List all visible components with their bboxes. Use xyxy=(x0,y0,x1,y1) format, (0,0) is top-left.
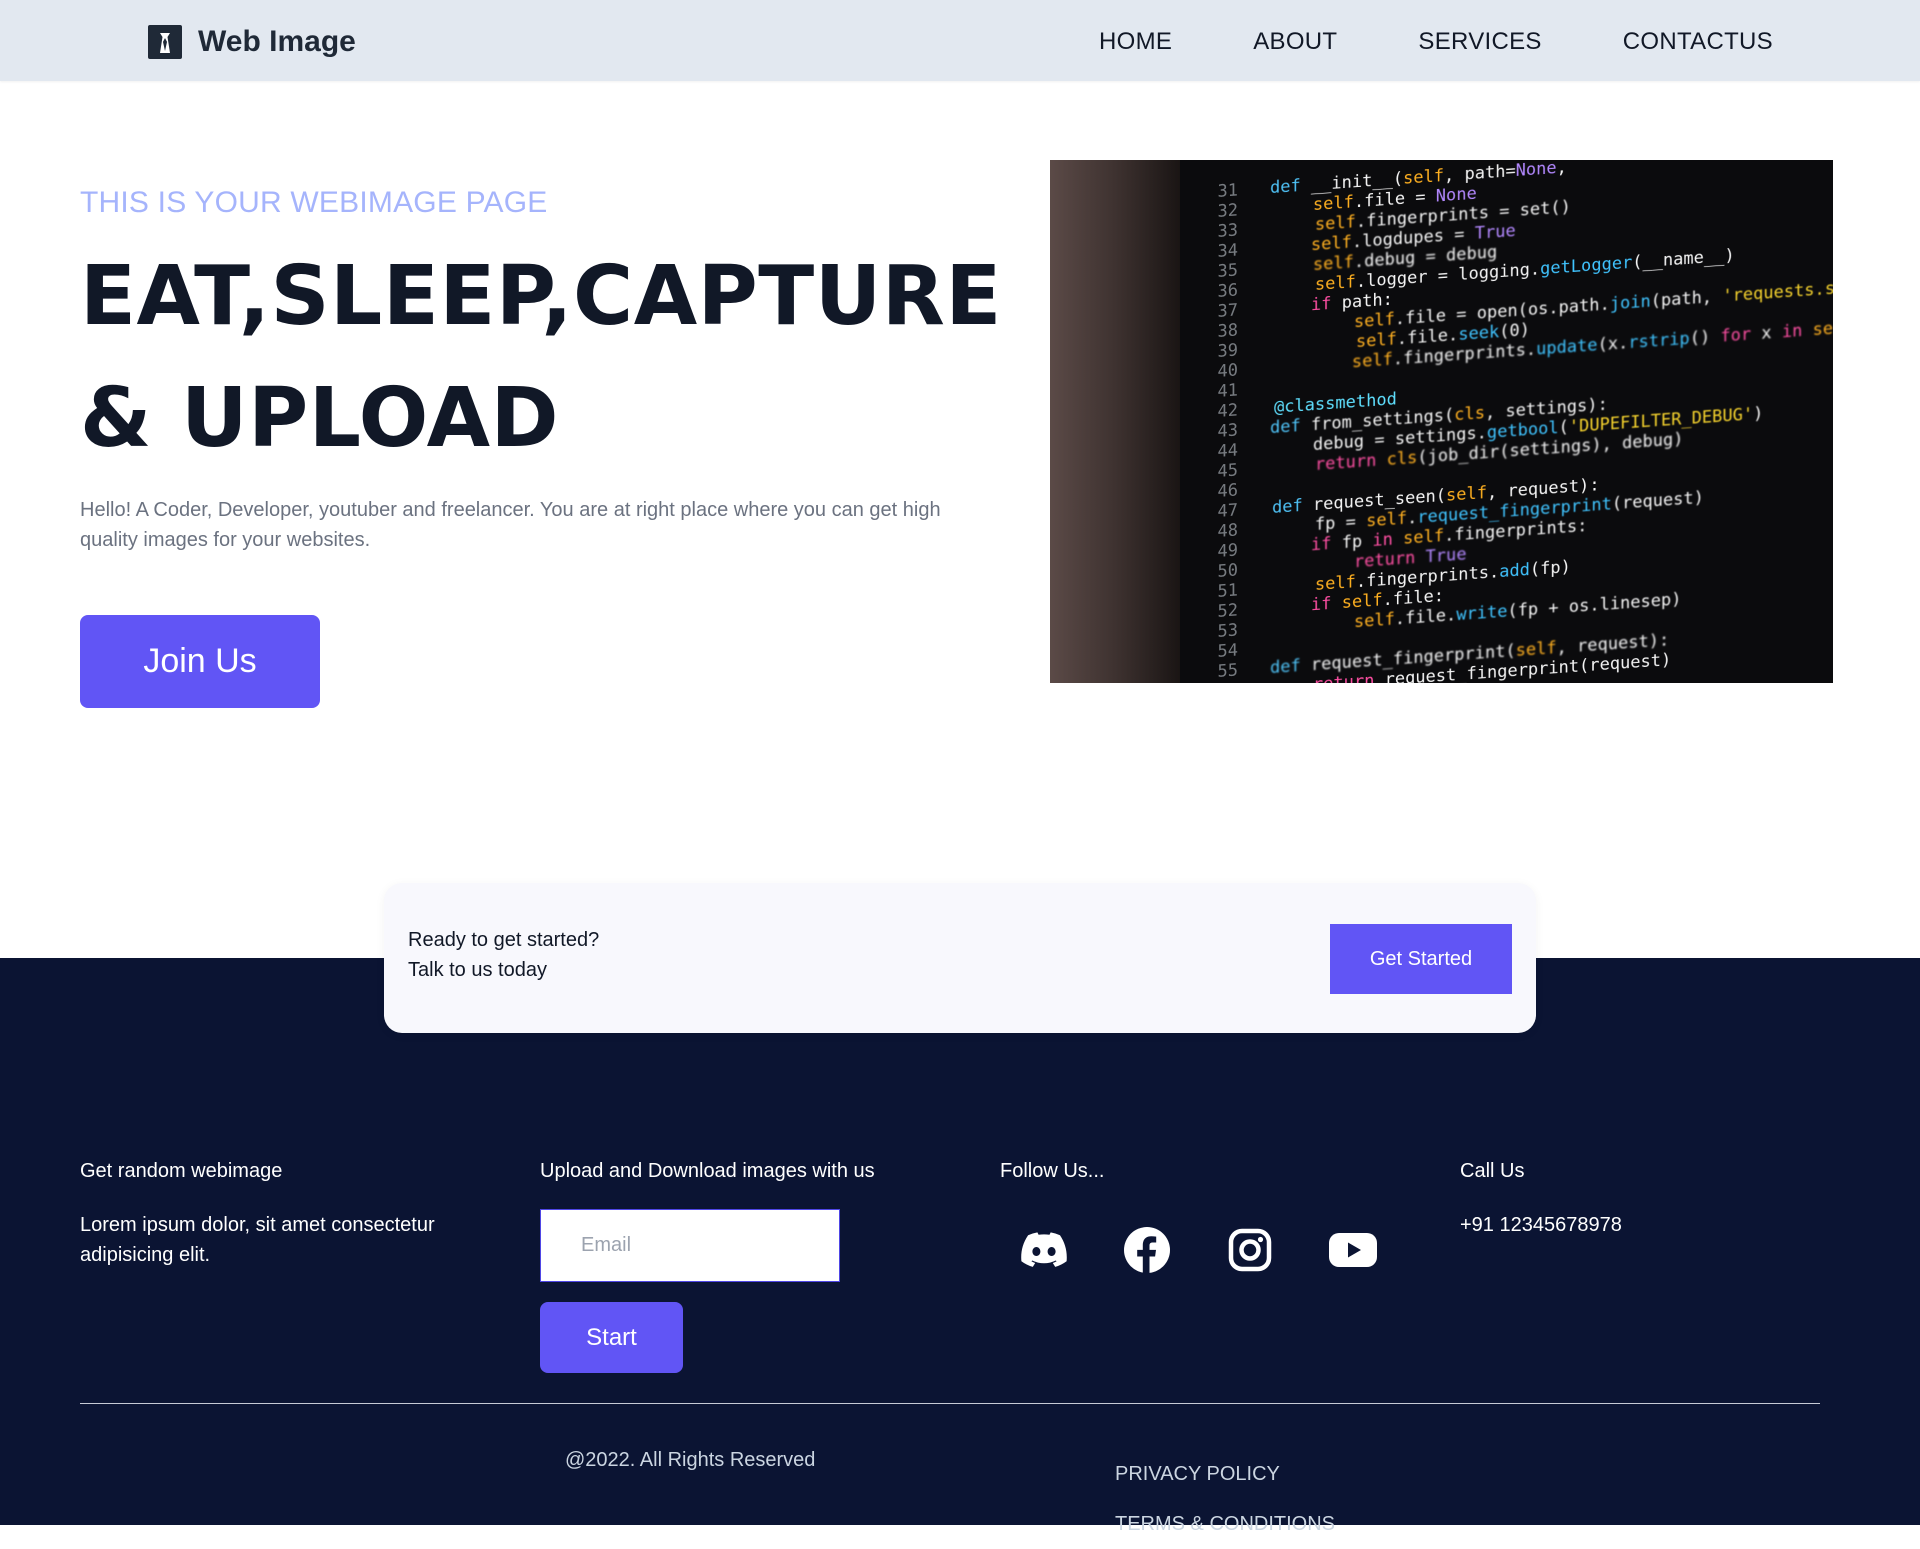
tie-logo-icon xyxy=(148,25,182,59)
code-line-number: 50 xyxy=(1217,560,1238,582)
code-line-number: 43 xyxy=(1217,420,1238,442)
youtube-icon[interactable] xyxy=(1329,1226,1377,1274)
legal-links: PRIVACY POLICY TERMS & CONDITIONS xyxy=(1115,1449,1335,1549)
hero-code-image: 31 def __init__(self, path=None, 32 self.f… xyxy=(1050,160,1833,683)
hero-description: Hello! A Coder, Developer, youtuber and … xyxy=(80,499,941,551)
brand-name: Web Image xyxy=(198,25,356,58)
cta-card: Ready to get started? Talk to us today G… xyxy=(384,883,1536,1033)
code-line-number: 53 xyxy=(1217,620,1238,642)
cta-text: Ready to get started? Talk to us today xyxy=(408,925,599,985)
code-screen: 31 def __init__(self, path=None, 32 self.f… xyxy=(1180,160,1833,683)
code-line-number: 35 xyxy=(1217,260,1238,282)
code-line-number: 34 xyxy=(1217,240,1238,262)
code-line-number: 44 xyxy=(1217,440,1238,462)
footer-col-title: Upload and Download images with us xyxy=(540,1160,875,1182)
privacy-policy-link[interactable]: PRIVACY POLICY xyxy=(1115,1449,1335,1499)
social-links xyxy=(1020,1226,1377,1274)
code-line-number: 51 xyxy=(1217,580,1238,602)
cta-line-1: Ready to get started? xyxy=(408,929,600,951)
join-us-button[interactable]: Join Us xyxy=(80,615,320,708)
footer-col-title: Follow Us... xyxy=(1000,1160,1105,1182)
nav-link-contactus[interactable]: CONTACTUS xyxy=(1623,28,1773,56)
nav-link-services[interactable]: SERVICES xyxy=(1418,28,1541,56)
code-line-number: 52 xyxy=(1217,600,1238,622)
nav-link-home[interactable]: HOME xyxy=(1099,28,1172,56)
code-line-number: 55 xyxy=(1217,660,1238,682)
code-line-number: 32 xyxy=(1217,200,1238,222)
headline-line-1: EAT,SLEEP,CAPTURE xyxy=(80,249,1002,344)
cta-line-2: Talk to us today xyxy=(408,959,547,981)
nav-links: HOME ABOUT SERVICES CONTACTUS xyxy=(1099,28,1773,56)
code-line-number: 47 xyxy=(1217,500,1238,522)
footer-col-call: Call Us +91 12345678978 xyxy=(1460,1160,1820,1240)
copyright-text: @2022. All Rights Reserved xyxy=(565,1449,816,1471)
code-line-number: 54 xyxy=(1217,640,1238,662)
brand[interactable]: Web Image xyxy=(148,22,356,62)
nav-link-about[interactable]: ABOUT xyxy=(1253,28,1337,56)
phone-number: +91 12345678978 xyxy=(1460,1214,1622,1236)
code-line-number: 38 xyxy=(1217,320,1238,342)
footer-col-upload: Upload and Download images with us xyxy=(540,1160,940,1183)
code-line-number: 36 xyxy=(1217,280,1238,302)
terms-conditions-link[interactable]: TERMS & CONDITIONS xyxy=(1115,1499,1335,1549)
instagram-icon[interactable] xyxy=(1226,1226,1274,1274)
footer-col-body: Lorem ipsum dolor, sit amet consectetur … xyxy=(80,1214,435,1266)
navbar: Web Image HOME ABOUT SERVICES CONTACTUS xyxy=(0,0,1920,81)
hero-headline: EAT,SLEEP,CAPTURE & UPLOAD xyxy=(80,236,1040,480)
footer-col-follow: Follow Us... xyxy=(1000,1160,1400,1183)
facebook-icon[interactable] xyxy=(1123,1226,1171,1274)
code-line-number: 41 xyxy=(1217,380,1238,402)
code-line-number: 46 xyxy=(1217,480,1238,502)
code-line-number: 39 xyxy=(1217,340,1238,362)
footer-col-title: Get random webimage xyxy=(80,1160,283,1182)
code-line-number: 45 xyxy=(1217,460,1238,482)
footer-divider xyxy=(80,1403,1820,1404)
code-line-number: 42 xyxy=(1217,400,1238,422)
code-line-number: 31 xyxy=(1217,180,1238,202)
code-line-number: 40 xyxy=(1217,360,1238,382)
monitor-bezel xyxy=(1050,160,1180,683)
discord-icon[interactable] xyxy=(1020,1226,1068,1274)
code-line-number: 48 xyxy=(1217,520,1238,542)
hero-eyebrow: THIS IS YOUR WEBIMAGE PAGE xyxy=(80,186,548,219)
start-button[interactable]: Start xyxy=(540,1302,683,1373)
footer-col-title: Call Us xyxy=(1460,1160,1525,1182)
code-line-number: 49 xyxy=(1217,540,1238,562)
code-line-number: 37 xyxy=(1217,300,1238,322)
code-line-number: 33 xyxy=(1217,220,1238,242)
footer-col-about: Get random webimage Lorem ipsum dolor, s… xyxy=(80,1160,480,1270)
get-started-button[interactable]: Get Started xyxy=(1330,924,1512,994)
email-field[interactable] xyxy=(540,1209,840,1282)
headline-line-2: & UPLOAD xyxy=(80,371,560,466)
